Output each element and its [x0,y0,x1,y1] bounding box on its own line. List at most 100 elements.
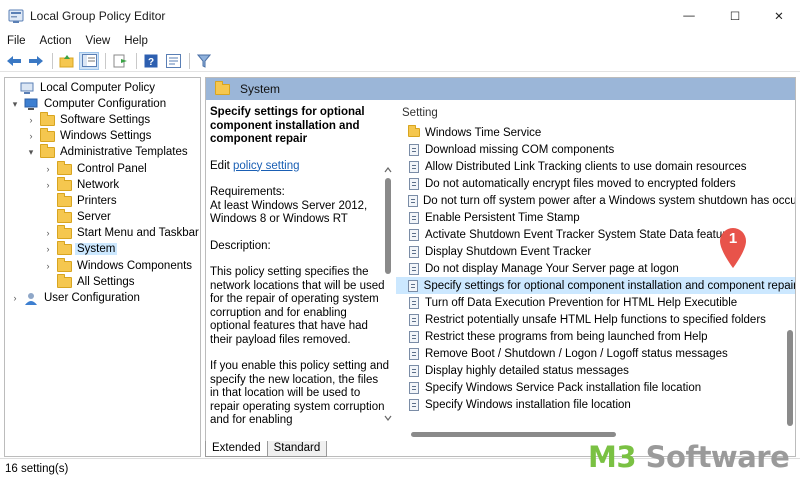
list-item[interactable]: Download missing COM components [396,141,795,158]
list-item[interactable]: Windows Time Service [396,124,795,141]
expand-arrow-icon[interactable]: ▾ [25,147,37,158]
menu-file[interactable]: File [0,35,33,47]
chevron-right-icon[interactable]: › [42,180,54,190]
folder-icon [215,80,230,95]
policy-setting-icon [408,364,420,377]
chevron-right-icon[interactable]: › [25,131,37,141]
tree-item-label: Printers [77,195,117,207]
tree-item-windows-components[interactable]: › Windows Components [42,257,194,274]
setting-label: Activate Shutdown Event Tracker System S… [425,228,733,241]
chevron-right-icon[interactable]: › [9,293,21,303]
requirements-text: Requirements: At least Windows Server 20… [210,186,368,225]
tree-item-computer-configuration[interactable]: ▾ Computer Configuration [9,96,168,112]
console-tree: Local Computer Policy ▾ Computer Configu… [4,77,201,457]
scrollbar-thumb[interactable] [385,178,391,274]
tree-item-server[interactable]: Server [42,208,113,225]
policy-setting-icon [408,347,420,360]
tree-item-label: Windows Components [77,260,193,272]
settings-list-horizontal-scrollbar[interactable] [396,428,784,440]
folder-icon [56,273,72,289]
details-pane: System Specify settings for optional com… [205,77,796,457]
list-item[interactable]: Restrict these programs from being launc… [396,328,795,345]
toolbar-separator [189,52,190,69]
setting-label: Display highly detailed status messages [425,364,629,377]
tree-item-label: Server [77,211,111,223]
setting-label: Enable Persistent Time Stamp [425,211,580,224]
list-item[interactable]: Turn off Data Execution Prevention for H… [396,294,795,311]
tree-item-network[interactable]: › Network [42,176,121,193]
tree-item-label: System [75,243,118,255]
folder-icon [56,176,72,192]
list-item[interactable]: Do not turn off system power after a Win… [396,192,796,209]
chevron-right-icon[interactable]: › [25,115,37,125]
tree-item-local-computer-policy[interactable]: Local Computer Policy [5,80,157,96]
help-icon[interactable]: ? [141,52,161,70]
list-item[interactable]: Remove Boot / Shutdown / Logon / Logoff … [396,345,795,362]
edit-label: Edit [210,159,234,172]
properties-icon[interactable] [163,52,183,70]
export-list-icon[interactable] [110,52,130,70]
svg-text:?: ? [148,57,154,68]
window-title: Local Group Policy Editor [30,9,166,23]
tab-extended[interactable]: Extended [205,441,268,457]
close-button[interactable]: ✕ [756,0,800,32]
back-arrow-icon[interactable] [4,52,24,70]
tree-item-administrative-templates[interactable]: ▾ Administrative Templates [25,143,190,160]
tree-item-control-panel[interactable]: › Control Panel [42,160,149,177]
setting-label: Do not display Manage Your Server page a… [425,262,679,275]
description-scrollbar[interactable] [382,100,394,442]
maximize-button[interactable]: ☐ [712,0,758,32]
list-item[interactable]: Specify Windows Service Pack installatio… [396,379,795,396]
tree-item-printers[interactable]: Printers [42,192,119,209]
chevron-right-icon[interactable]: › [42,228,54,238]
scrollbar-thumb[interactable] [787,330,793,426]
up-folder-icon[interactable] [57,52,77,70]
chevron-right-icon[interactable]: › [42,164,54,174]
minimize-button[interactable]: — [666,0,712,32]
settings-list-scrollbar[interactable] [784,100,795,428]
list-item[interactable]: Allow Distributed Link Tracking clients … [396,158,795,175]
scrollbar-thumb[interactable] [411,432,616,437]
chevron-right-icon[interactable]: › [42,261,54,271]
tree-item-label: All Settings [77,276,135,288]
folder-icon [56,192,72,208]
group-policy-app-icon [8,8,24,24]
show-hide-tree-icon[interactable] [79,51,99,70]
folder-icon [56,257,72,273]
menu-action[interactable]: Action [33,35,79,47]
tree-item-software-settings[interactable]: › Software Settings [25,111,152,128]
list-item[interactable]: Display highly detailed status messages [396,362,795,379]
folder-icon [39,127,55,143]
policy-setting-icon [408,398,420,411]
filter-icon[interactable] [194,52,214,70]
list-item[interactable]: Enable Persistent Time Stamp [396,209,795,226]
setting-label: Specify settings for optional component … [423,279,796,292]
forward-arrow-icon[interactable] [26,52,46,70]
menu-view[interactable]: View [79,35,118,47]
setting-label: Do not turn off system power after a Win… [423,194,796,207]
watermark-product: Software [645,440,790,474]
list-item[interactable]: Do not automatically encrypt files moved… [396,175,795,192]
policy-setting-icon [408,279,419,292]
column-header-setting[interactable]: Setting [402,107,438,119]
watermark-brand: M3 [588,440,646,474]
tab-standard[interactable]: Standard [266,441,328,457]
folder-icon [56,208,72,224]
policy-setting-icon [408,330,420,343]
list-item-selected[interactable]: Specify settings for optional component … [396,277,796,294]
tree-item-user-configuration[interactable]: › User Configuration [9,290,142,306]
list-item[interactable]: Restrict potentially unsafe HTML Help fu… [396,311,795,328]
tree-item-start-menu-and-taskbar[interactable]: › Start Menu and Taskbar [42,224,201,241]
tree-item-windows-settings[interactable]: › Windows Settings [25,127,153,144]
tree-item-label: Windows Settings [60,130,152,142]
tree-item-system[interactable]: › System [42,240,118,257]
list-item[interactable]: Specify Windows installation file locati… [396,396,795,413]
edit-policy-setting-link[interactable]: policy setting [233,160,299,172]
policy-setting-icon [408,143,420,156]
expand-arrow-icon[interactable]: ▾ [9,99,21,110]
annotation-marker: 1 [717,225,749,269]
menu-help[interactable]: Help [117,35,155,47]
chevron-right-icon[interactable]: › [42,244,54,254]
details-header: System [206,78,795,100]
tree-item-all-settings[interactable]: All Settings [42,273,137,290]
